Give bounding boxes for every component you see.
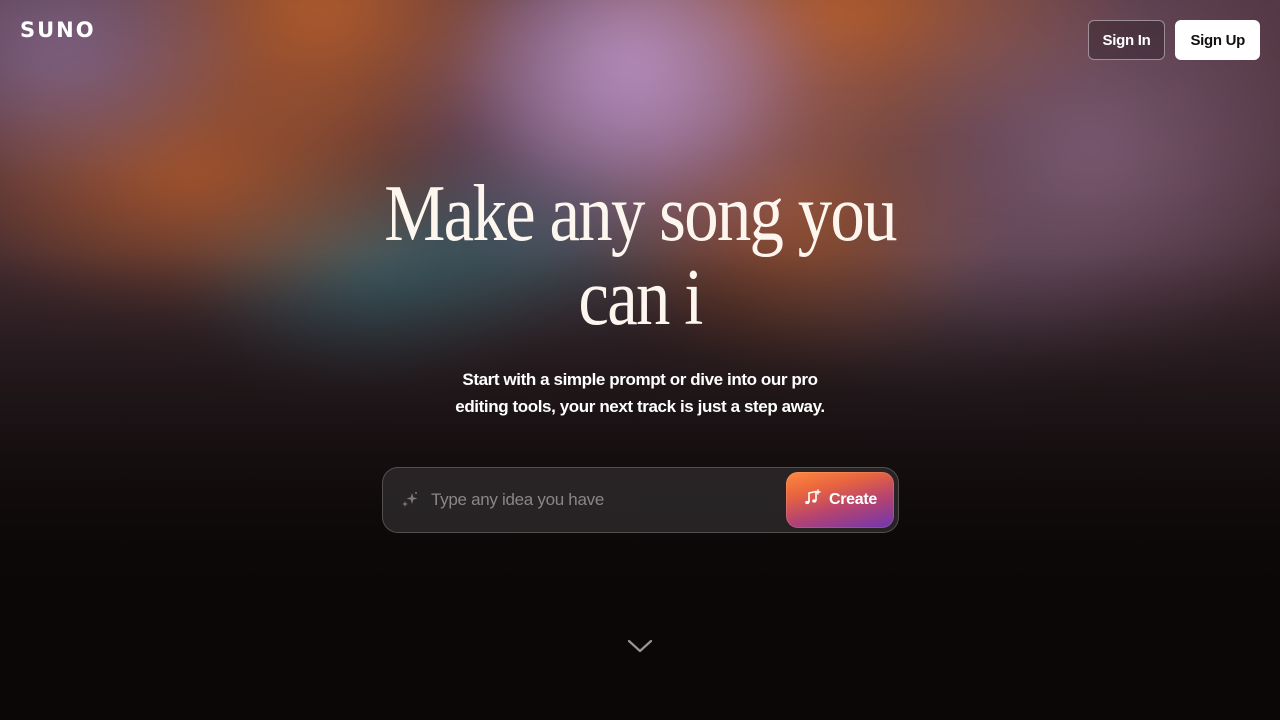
sign-up-button[interactable]: Sign Up [1175, 20, 1260, 60]
sign-in-button[interactable]: Sign In [1087, 20, 1166, 60]
hero-subtitle-line-2: editing tools, your next track is just a… [455, 397, 825, 416]
create-button[interactable]: Create [786, 472, 894, 528]
blurred-background [0, 0, 1280, 720]
hero-title-line-1: Make any song you [384, 170, 897, 258]
create-button-label: Create [828, 491, 877, 508]
hero-title: Make any song you can i [90, 172, 1191, 340]
suno-logo[interactable]: SUNO [20, 18, 96, 42]
sparkle-icon [400, 490, 420, 510]
hero-title-line-2: can i [578, 254, 703, 342]
auth-buttons: Sign In Sign Up [1087, 20, 1260, 60]
prompt-box: Create [382, 467, 899, 533]
hero-subtitle: Start with a simple prompt or dive into … [0, 366, 1280, 420]
landing-page: SUNO Sign In Sign Up Make any song you c… [0, 0, 1280, 720]
music-note-plus-icon [803, 488, 821, 512]
prompt-input[interactable] [431, 480, 786, 520]
chevron-down-icon[interactable] [626, 637, 654, 655]
hero-subtitle-line-1: Start with a simple prompt or dive into … [462, 370, 818, 389]
